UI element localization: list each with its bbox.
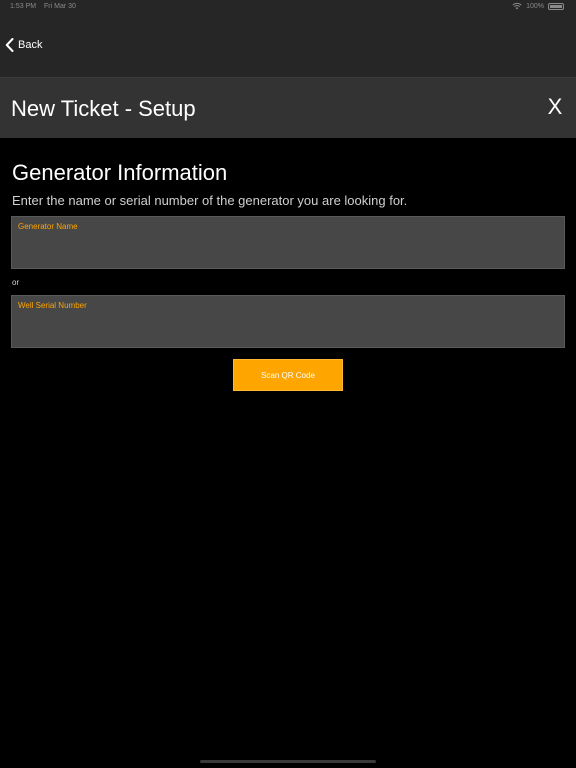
chevron-left-icon	[5, 38, 14, 52]
well-serial-input[interactable]	[18, 314, 558, 342]
well-serial-field[interactable]: Well Serial Number	[11, 295, 565, 348]
nav-bar: Back	[0, 14, 576, 78]
status-right: 100%	[512, 2, 564, 10]
back-label: Back	[18, 39, 43, 51]
battery-icon	[548, 2, 564, 10]
generator-name-input[interactable]	[18, 235, 558, 263]
battery-percent: 100%	[526, 2, 544, 10]
back-button[interactable]: Back	[5, 38, 42, 52]
scan-qr-button[interactable]: Scan QR Code	[233, 359, 343, 391]
home-indicator	[200, 760, 376, 763]
status-left: 1:53 PM Fri Mar 30	[10, 3, 82, 10]
page-title: New Ticket - Setup	[11, 96, 196, 121]
or-text: or	[12, 278, 20, 287]
generator-name-field[interactable]: Generator Name	[11, 216, 565, 269]
well-serial-label: Well Serial Number	[18, 301, 87, 310]
section-subtitle: Enter the name or serial number of the g…	[12, 193, 408, 208]
header: New Ticket - Setup X	[0, 78, 576, 138]
status-time: 1:53 PM	[10, 3, 37, 10]
close-button[interactable]: X	[543, 94, 567, 120]
screen: 1:53 PM Fri Mar 30 100% Back New Ticket …	[0, 0, 576, 768]
status-bar: 1:53 PM Fri Mar 30 100%	[0, 0, 576, 14]
status-date: Fri Mar 30	[44, 3, 76, 10]
wifi-icon	[512, 2, 522, 10]
generator-name-label: Generator Name	[18, 222, 78, 231]
section-title: Generator Information	[12, 160, 228, 185]
